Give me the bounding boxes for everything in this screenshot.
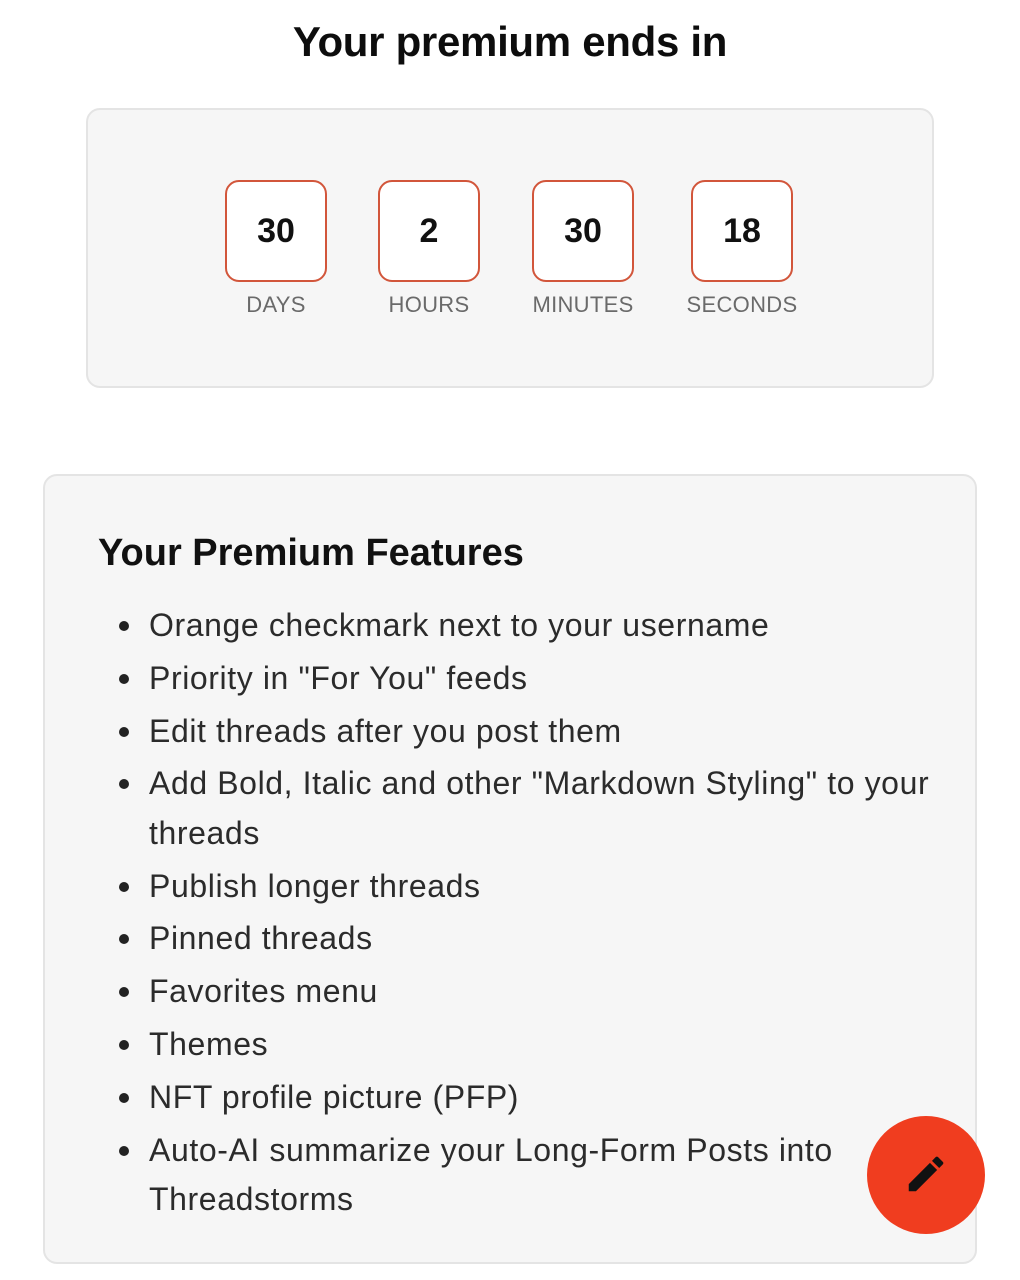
feature-item: Priority in "For You" feeds [118,654,948,704]
feature-item: Favorites menu [118,967,948,1017]
premium-page: Your premium ends in 30 DAYS 2 HOURS 30 … [0,0,1020,1280]
compose-fab-button[interactable] [867,1116,985,1234]
countdown-seconds: 18 SECONDS [662,180,822,318]
countdown-minutes: 30 MINUTES [503,180,663,318]
feature-item: Auto-AI summarize your Long-Form Posts i… [118,1126,948,1225]
feature-item: Publish longer threads [118,862,948,912]
hours-value: 2 [378,180,480,282]
feature-item: NFT profile picture (PFP) [118,1073,948,1123]
minutes-label: MINUTES [532,292,634,317]
features-list: Orange checkmark next to your username P… [118,601,948,1228]
features-title: Your Premium Features [98,532,524,574]
countdown-card: 30 DAYS 2 HOURS 30 MINUTES 18 SECONDS [86,108,934,388]
page-title: Your premium ends in [292,18,728,65]
pencil-icon [903,1151,949,1200]
feature-item: Add Bold, Italic and other "Markdown Sty… [118,759,948,858]
seconds-label: SECONDS [686,292,798,317]
feature-item: Orange checkmark next to your username [118,601,948,651]
seconds-value: 18 [691,180,793,282]
feature-item: Themes [118,1020,948,1070]
premium-features-card: Your Premium Features Orange checkmark n… [43,474,977,1264]
countdown-hours: 2 HOURS [349,180,509,318]
countdown-days: 30 DAYS [196,180,356,318]
minutes-value: 30 [532,180,634,282]
feature-item: Pinned threads [118,914,948,964]
days-label: DAYS [246,292,306,317]
hours-label: HOURS [388,292,470,317]
days-value: 30 [225,180,327,282]
feature-item: Edit threads after you post them [118,707,948,757]
